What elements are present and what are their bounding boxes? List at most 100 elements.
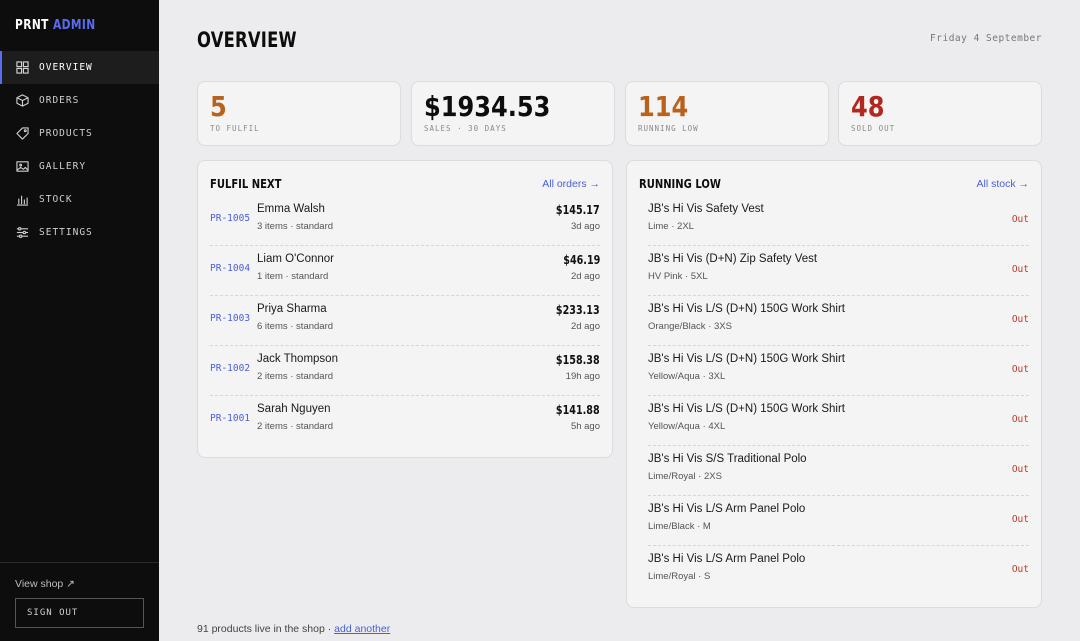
order-id[interactable]: PR-1003 <box>210 313 250 324</box>
panel-title: RUNNING LOW <box>639 176 721 191</box>
sidebar-item-overview[interactable]: OVERVIEW <box>0 51 159 84</box>
order-age: 2d ago <box>570 271 600 282</box>
order-age: 19h ago <box>565 371 600 382</box>
sidebar-item-stock[interactable]: STOCK <box>0 183 159 216</box>
product-name: JB's Hi Vis L/S Arm Panel Polo <box>648 503 806 515</box>
sidebar-item-label: SETTINGS <box>39 227 93 238</box>
stat-value: $1934.53 <box>424 90 551 123</box>
stock-status: Out <box>1011 514 1029 525</box>
product-name: JB's Hi Vis Safety Vest <box>648 203 764 215</box>
box-icon <box>16 94 29 107</box>
sidebar-footer: View shop ↗ SIGN OUT <box>0 562 159 628</box>
current-date: Friday 4 September <box>930 33 1042 44</box>
order-amount: $46.19 <box>562 253 600 267</box>
stat-card-sold-out: 48 SOLD OUT <box>838 81 1042 146</box>
variant-meta: Yellow/Aqua · 3XL <box>648 371 726 382</box>
stock-status: Out <box>1011 414 1029 425</box>
all-stock-link[interactable]: All stock → <box>976 178 1029 190</box>
product-name: JB's Hi Vis L/S (D+N) 150G Work Shirt <box>648 403 846 415</box>
stat-value: 48 <box>851 90 885 123</box>
order-row[interactable]: PR-1003 Priya Sharma 6 items · standard … <box>210 296 600 346</box>
stat-card-running-low: 114 RUNNING LOW <box>625 81 829 146</box>
stock-row[interactable]: JB's Hi Vis S/S Traditional Polo Lime/Ro… <box>648 446 1029 496</box>
products-live-text: 91 products live in the shop · <box>197 623 335 635</box>
order-id[interactable]: PR-1005 <box>210 213 250 224</box>
stock-status: Out <box>1011 314 1029 325</box>
order-age: 2d ago <box>570 321 600 332</box>
stock-status: Out <box>1011 264 1029 275</box>
stock-row[interactable]: JB's Hi Vis L/S (D+N) 150G Work Shirt Or… <box>648 296 1029 346</box>
order-id[interactable]: PR-1002 <box>210 363 250 374</box>
order-row[interactable]: PR-1004 Liam O'Connor 1 item · standard … <box>210 246 600 296</box>
variant-meta: Lime/Royal · 2XS <box>648 471 722 482</box>
order-age: 3d ago <box>570 221 600 232</box>
running-low-panel: RUNNING LOW All stock → JB's Hi Vis Safe… <box>626 160 1042 608</box>
add-another-link[interactable]: add another <box>334 623 390 635</box>
stat-caption: SOLD OUT <box>851 124 896 133</box>
sign-out-button[interactable]: SIGN OUT <box>15 598 144 628</box>
variant-meta: Orange/Black · 3XS <box>648 321 732 332</box>
customer-name: Liam O'Connor <box>257 253 334 265</box>
stock-status: Out <box>1011 564 1029 575</box>
fulfil-next-panel: FULFIL NEXT All orders → PR-1005 Emma Wa… <box>197 160 613 458</box>
sidebar-item-label: STOCK <box>39 194 73 205</box>
sidebar-item-orders[interactable]: ORDERS <box>0 84 159 117</box>
stock-status: Out <box>1011 214 1029 225</box>
order-age: 5h ago <box>570 421 600 432</box>
order-meta: 6 items · standard <box>257 321 334 332</box>
stock-status: Out <box>1011 464 1029 475</box>
variant-meta: Yellow/Aqua · 4XL <box>648 421 726 432</box>
variant-meta: HV Pink · 5XL <box>648 271 708 282</box>
stat-card-sales: $1934.53 SALES · 30 DAYS <box>411 81 615 146</box>
stat-caption: TO FULFIL <box>210 124 260 133</box>
variant-meta: Lime/Royal · S <box>648 571 711 582</box>
stat-caption: RUNNING LOW <box>638 124 699 133</box>
stock-row[interactable]: JB's Hi Vis (D+N) Zip Safety Vest HV Pin… <box>648 246 1029 296</box>
all-orders-link[interactable]: All orders → <box>542 178 600 190</box>
stock-row[interactable]: JB's Hi Vis L/S (D+N) 150G Work Shirt Ye… <box>648 396 1029 446</box>
bar-chart-icon <box>16 193 29 206</box>
image-icon <box>16 160 29 173</box>
stat-value: 5 <box>210 90 227 123</box>
order-row[interactable]: PR-1001 Sarah Nguyen 2 items · standard … <box>210 396 600 446</box>
brand-suffix: ADMIN <box>52 18 96 33</box>
product-name: JB's Hi Vis L/S (D+N) 150G Work Shirt <box>648 353 846 365</box>
stock-row[interactable]: JB's Hi Vis L/S Arm Panel Polo Lime/Roya… <box>648 546 1029 596</box>
stock-status: Out <box>1011 364 1029 375</box>
order-id[interactable]: PR-1001 <box>210 413 250 424</box>
stat-card-to-fulfil: 5 TO FULFIL <box>197 81 401 146</box>
stock-row[interactable]: JB's Hi Vis L/S (D+N) 150G Work Shirt Ye… <box>648 346 1029 396</box>
brand-name: PRNT <box>15 18 49 33</box>
sidebar-item-gallery[interactable]: GALLERY <box>0 150 159 183</box>
variant-meta: Lime · 2XL <box>648 221 694 232</box>
sidebar: PRNT ADMIN OVERVIEW ORDERS PRODUCTS GALLE… <box>0 0 159 641</box>
product-name: JB's Hi Vis L/S Arm Panel Polo <box>648 553 806 565</box>
product-name: JB's Hi Vis S/S Traditional Polo <box>648 453 807 465</box>
customer-name: Jack Thompson <box>257 353 338 365</box>
sidebar-item-settings[interactable]: SETTINGS <box>0 216 159 249</box>
customer-name: Sarah Nguyen <box>257 403 331 415</box>
order-id[interactable]: PR-1004 <box>210 263 250 274</box>
customer-name: Emma Walsh <box>257 203 325 215</box>
sidebar-nav: OVERVIEW ORDERS PRODUCTS GALLERY STOCK S… <box>0 51 159 249</box>
order-row[interactable]: PR-1002 Jack Thompson 2 items · standard… <box>210 346 600 396</box>
order-amount: $141.88 <box>556 403 600 417</box>
product-name: JB's Hi Vis (D+N) Zip Safety Vest <box>648 253 818 265</box>
grid-icon <box>16 61 29 74</box>
order-row[interactable]: PR-1005 Emma Walsh 3 items · standard $1… <box>210 196 600 246</box>
variant-meta: Lime/Black · M <box>648 521 711 532</box>
panel-title: FULFIL NEXT <box>210 176 282 191</box>
order-amount: $145.17 <box>556 203 600 217</box>
order-meta: 1 item · standard <box>257 271 329 282</box>
stock-row[interactable]: JB's Hi Vis Safety Vest Lime · 2XL Out <box>648 196 1029 246</box>
tag-icon <box>16 127 29 140</box>
stat-caption: SALES · 30 DAYS <box>424 124 507 133</box>
sidebar-item-products[interactable]: PRODUCTS <box>0 117 159 150</box>
page-title: OVERVIEW <box>197 28 297 52</box>
sidebar-item-label: GALLERY <box>39 161 87 172</box>
view-shop-link[interactable]: View shop ↗ <box>15 578 75 590</box>
order-amount: $158.38 <box>556 353 600 367</box>
stock-row[interactable]: JB's Hi Vis L/S Arm Panel Polo Lime/Blac… <box>648 496 1029 546</box>
brand-logo[interactable]: PRNT ADMIN <box>15 18 96 33</box>
customer-name: Priya Sharma <box>257 303 327 315</box>
